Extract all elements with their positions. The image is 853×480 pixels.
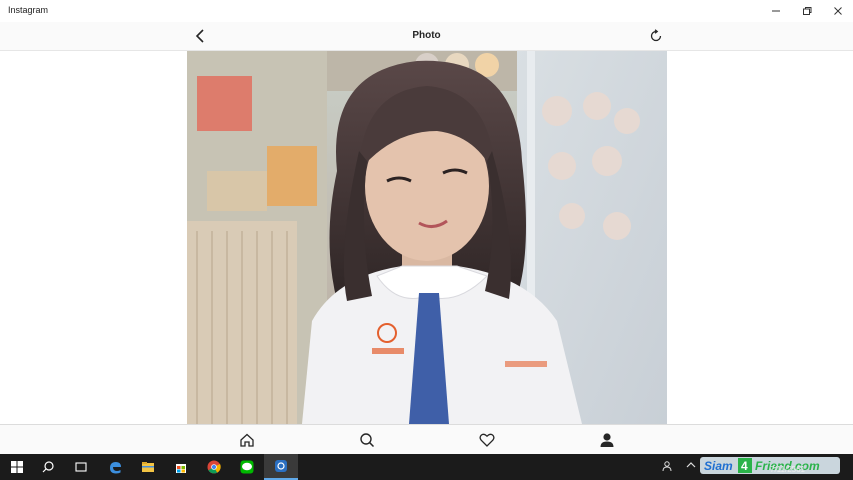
taskbar-clock-date[interactable]: 7/11/2561	[770, 465, 805, 474]
close-button[interactable]	[822, 0, 853, 22]
home-icon	[240, 433, 254, 447]
tray-chevron-up-icon[interactable]	[686, 460, 696, 472]
line-taskbar-button[interactable]	[230, 454, 264, 480]
search-icon	[360, 433, 375, 448]
chrome-icon	[207, 460, 221, 474]
file-explorer-taskbar-button[interactable]	[131, 454, 165, 480]
minimize-icon	[771, 10, 780, 12]
window-title: Instagram	[8, 5, 49, 15]
content-area	[0, 51, 853, 424]
task-view-icon	[75, 462, 87, 472]
bottom-navigation	[0, 424, 853, 454]
heart-icon	[479, 433, 495, 447]
window-titlebar: Instagram	[0, 0, 853, 22]
people-icon[interactable]	[662, 460, 674, 474]
refresh-button[interactable]	[647, 27, 665, 45]
start-icon	[11, 461, 23, 473]
app-header: Photo	[0, 22, 853, 51]
start-button[interactable]	[0, 454, 34, 480]
line-icon	[240, 460, 254, 474]
chrome-taskbar-button[interactable]	[197, 454, 231, 480]
store-icon	[176, 464, 186, 473]
photo-image	[187, 51, 667, 424]
task-view-button[interactable]	[64, 454, 98, 480]
edge-taskbar-button[interactable]	[98, 454, 132, 480]
close-icon	[833, 7, 842, 15]
minimize-button[interactable]	[760, 0, 791, 22]
taskbar-search-button[interactable]	[31, 454, 65, 480]
profile-icon	[600, 433, 614, 447]
edge-icon	[110, 462, 121, 474]
restore-button[interactable]	[791, 0, 822, 22]
nav-home-button[interactable]	[237, 431, 257, 449]
restore-icon	[802, 7, 811, 15]
page-title: Photo	[412, 30, 441, 41]
file-explorer-icon	[142, 462, 154, 472]
post-photo[interactable]	[187, 51, 667, 424]
svg-text:4: 4	[741, 459, 748, 473]
nav-search-button[interactable]	[357, 431, 377, 449]
search-icon	[42, 461, 54, 473]
store-taskbar-button[interactable]	[164, 454, 198, 480]
instagram-icon	[275, 460, 287, 472]
nav-activity-button[interactable]	[477, 431, 497, 449]
refresh-icon	[650, 29, 662, 42]
nav-profile-button[interactable]	[597, 431, 617, 449]
instagram-taskbar-button[interactable]	[264, 454, 298, 480]
svg-text:Siam: Siam	[704, 459, 733, 473]
